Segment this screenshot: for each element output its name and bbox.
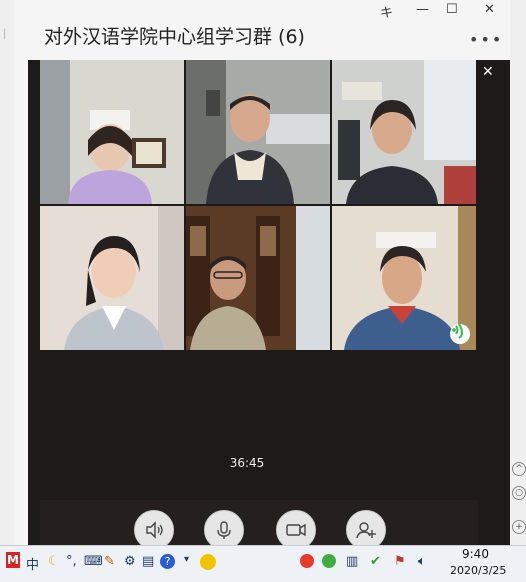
pin-window-icon[interactable]: キ bbox=[380, 2, 393, 21]
more-options-icon[interactable]: ••• bbox=[469, 30, 503, 49]
video-feed-1 bbox=[40, 60, 184, 204]
background-app-strip: │ bbox=[0, 0, 15, 545]
clock-time[interactable]: 9:40 bbox=[462, 547, 489, 561]
punctuation-icon[interactable]: °, bbox=[66, 554, 77, 569]
panel-footer bbox=[40, 500, 478, 545]
strip-text: │ bbox=[2, 30, 8, 40]
participant-tile-6[interactable] bbox=[332, 206, 476, 350]
taskbar: M 中 ☾ °, ⌨ ✎ ⚙ ▤ ? ▾ ▥ ✔ ⚑ 🔈︎ 9:40 2020/… bbox=[0, 545, 526, 582]
participant-tile-2[interactable] bbox=[186, 60, 330, 204]
video-feed-5 bbox=[186, 206, 330, 350]
video-feed-6 bbox=[332, 206, 476, 350]
call-timer: 36:45 bbox=[229, 456, 265, 470]
scroll-up-icon[interactable]: ^ bbox=[512, 462, 526, 476]
participant-grid bbox=[40, 60, 478, 352]
help-icon[interactable]: ? bbox=[160, 554, 175, 569]
background-scroll-strip: ^ ○ + bbox=[509, 0, 526, 545]
shield-tray-icon[interactable]: ✔ bbox=[370, 554, 381, 569]
add-person-icon bbox=[356, 522, 376, 539]
participant-tile-1[interactable] bbox=[40, 60, 184, 204]
menu-arrow-icon[interactable]: ▾ bbox=[184, 554, 189, 565]
zoom-in-icon[interactable]: + bbox=[512, 520, 526, 534]
moon-icon[interactable]: ☾ bbox=[48, 554, 60, 569]
ime-language-indicator[interactable]: 中 bbox=[26, 554, 39, 573]
flag-tray-icon[interactable]: ⚑ bbox=[394, 554, 406, 569]
participant-tile-4[interactable] bbox=[40, 206, 184, 350]
keyboard-icon[interactable]: ⌨ bbox=[84, 554, 103, 569]
video-call-panel: キ ✕ bbox=[28, 60, 510, 545]
microphone-button[interactable] bbox=[204, 510, 244, 550]
camera-icon bbox=[286, 523, 306, 537]
volume-tray-icon[interactable]: 🔈︎ bbox=[418, 554, 426, 569]
close-button[interactable]: ✕ bbox=[484, 2, 495, 17]
chat-title: 对外汉语学院中心组学习群 (6) bbox=[44, 26, 305, 48]
security-tray-icon[interactable] bbox=[300, 554, 314, 568]
scroll-circle-icon[interactable]: ○ bbox=[512, 486, 526, 500]
close-call-icon[interactable]: ✕ bbox=[482, 64, 494, 80]
participant-tile-3[interactable] bbox=[332, 60, 476, 204]
document-icon[interactable]: ▤ bbox=[142, 554, 154, 569]
title-bar: キ — ☐ ✕ bbox=[14, 0, 510, 21]
skin-icon[interactable]: ✎ bbox=[104, 554, 115, 569]
update-tray-icon[interactable] bbox=[322, 554, 336, 568]
camera-button[interactable] bbox=[276, 510, 316, 550]
video-feed-3 bbox=[332, 60, 476, 204]
microphone-icon bbox=[217, 521, 231, 539]
video-feed-2 bbox=[186, 60, 330, 204]
maximize-button[interactable]: ☐ bbox=[446, 2, 458, 17]
video-feed-4 bbox=[40, 206, 184, 350]
ime-logo-icon[interactable]: M bbox=[6, 552, 20, 568]
participant-tile-5[interactable] bbox=[186, 206, 330, 350]
network-tray-icon[interactable]: ▥ bbox=[346, 554, 358, 569]
minimize-button[interactable]: — bbox=[416, 2, 429, 17]
speaker-button[interactable] bbox=[134, 510, 174, 550]
speaker-icon bbox=[146, 521, 163, 539]
qq-tray-icon[interactable] bbox=[200, 554, 216, 570]
clock-date[interactable]: 2020/3/25 bbox=[450, 564, 506, 577]
add-member-button[interactable] bbox=[346, 510, 386, 550]
tools-icon[interactable]: ⚙ bbox=[124, 554, 136, 569]
